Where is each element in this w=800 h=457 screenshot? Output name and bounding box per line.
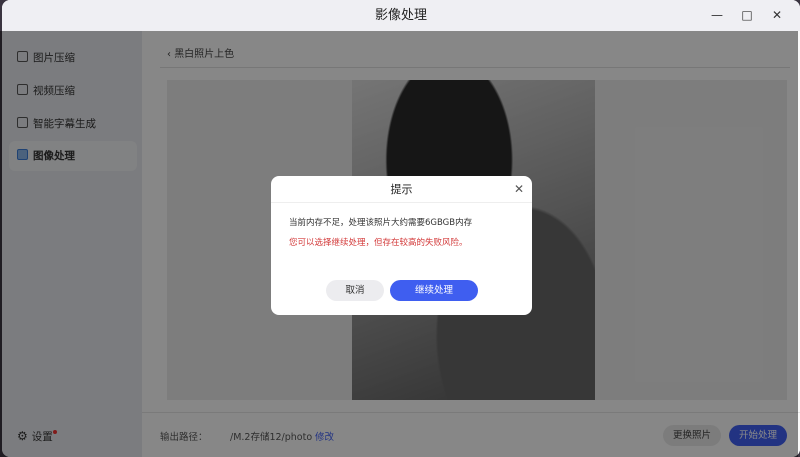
cancel-button[interactable]: 取消 (326, 280, 384, 301)
close-icon[interactable]: ✕ (514, 182, 524, 196)
maximize-button[interactable]: □ (732, 0, 762, 31)
minimize-button[interactable]: — (702, 0, 732, 31)
close-window-button[interactable]: ✕ (762, 0, 792, 31)
window-title: 影像处理 (374, 8, 427, 23)
title-bar: 影像处理 — □ ✕ (2, 0, 800, 31)
dialog-warning: 您可以选择继续处理，但存在较高的失败风险。 (289, 238, 468, 248)
memory-warning-dialog: 提示 ✕ 当前内存不足，处理该照片大约需要6GBGB内存 您可以选择继续处理，但… (271, 176, 532, 315)
dialog-title: 提示 (271, 176, 532, 203)
dialog-message: 当前内存不足，处理该照片大约需要6GBGB内存 (289, 218, 473, 228)
continue-button[interactable]: 继续处理 (390, 280, 478, 301)
